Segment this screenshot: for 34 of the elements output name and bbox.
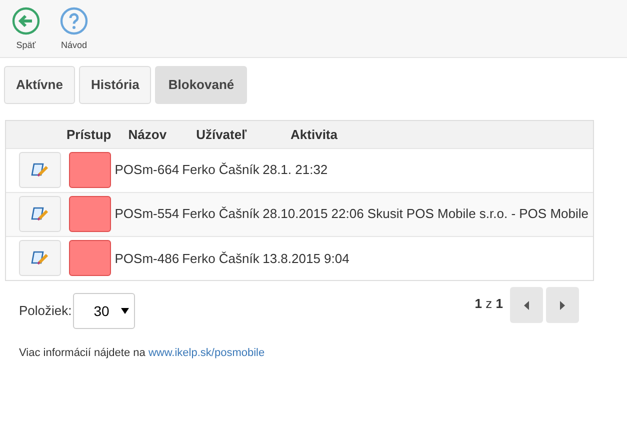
table-cell: Ferko Čašník	[181, 192, 262, 236]
page-size-select[interactable]: 30	[72, 293, 135, 329]
page-size-label: Položiek:	[19, 302, 72, 320]
tab[interactable]: Aktívne	[4, 66, 75, 104]
table-cell: 13.8.2015 9:04	[262, 236, 366, 280]
table-cell: POSm-486	[114, 236, 182, 280]
table-cell: Skusit POS Mobile s.r.o. - POS Mobile	[366, 192, 593, 236]
table-cell: 28.10.2015 22:06	[262, 192, 366, 236]
table-cell: Ferko Čašník	[181, 148, 262, 192]
left-triangle-icon	[524, 300, 529, 310]
link[interactable]: www.ikelp.sk/posmobile	[148, 347, 265, 359]
table-cell: Ferko Čašník	[181, 236, 262, 280]
column-header: Užívateľ	[181, 121, 262, 148]
column-header: Aktivita	[262, 121, 366, 148]
help-button[interactable]: Návod	[60, 7, 88, 52]
info-text: Viac informácií nájdete na www.ikelp.sk/posmobile	[18, 346, 266, 361]
edit-button[interactable]	[19, 196, 61, 232]
note-pencil-icon	[31, 205, 49, 223]
back-button[interactable]: Späť	[12, 7, 40, 52]
edit-button[interactable]	[19, 152, 61, 188]
column-header: Názov	[114, 121, 182, 148]
table-cell: POSm-554	[114, 192, 182, 236]
tab[interactable]: Blokované	[155, 66, 248, 104]
page-indicator: 1 z 1	[474, 295, 503, 314]
tab[interactable]: História	[78, 66, 152, 104]
column-header: Prístup	[64, 121, 114, 148]
edit-button[interactable]	[19, 240, 61, 276]
caret-icon	[121, 308, 130, 314]
help-icon	[60, 7, 88, 35]
right-triangle-icon	[560, 300, 565, 310]
table-cell: POSm-664	[114, 148, 182, 192]
note-pencil-icon	[31, 249, 49, 268]
table-cell: 28.1. 21:32	[262, 148, 366, 192]
note-pencil-icon	[31, 161, 49, 179]
